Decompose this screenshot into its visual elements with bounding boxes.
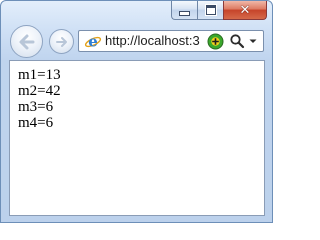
close-button[interactable]: ✕: [223, 1, 267, 20]
compatibility-view-icon[interactable]: [207, 33, 224, 50]
chevron-down-icon: [249, 39, 257, 43]
url-text[interactable]: http://localhost:3: [105, 33, 205, 49]
back-button[interactable]: [10, 25, 43, 58]
page-content: m1=13 m2=42 m3=6 m4=6: [9, 60, 265, 216]
caption-buttons: ✕: [171, 1, 267, 21]
browser-window: ✕ e http://localhost:3 m1=13 m2=42 m3=6 …: [0, 0, 273, 223]
output-line-m3: m3=6: [18, 99, 54, 115]
search-button[interactable]: [229, 31, 263, 51]
minimize-icon: [179, 10, 190, 16]
output-line-m4: m4=6: [18, 115, 54, 131]
address-bar[interactable]: e http://localhost:3: [78, 30, 264, 52]
maximize-button[interactable]: [197, 1, 223, 20]
back-arrow-icon: [19, 34, 34, 49]
search-icon: [230, 34, 245, 49]
forward-button[interactable]: [49, 29, 74, 54]
forward-arrow-icon: [55, 36, 67, 47]
maximize-icon: [205, 5, 216, 15]
ie-logo-icon: e: [84, 33, 102, 50]
output-line-m2: m2=42: [18, 83, 61, 99]
output-line-m1: m1=13: [18, 67, 61, 83]
minimize-button[interactable]: [171, 1, 197, 20]
svg-text:e: e: [88, 33, 98, 50]
close-icon: ✕: [239, 2, 251, 18]
